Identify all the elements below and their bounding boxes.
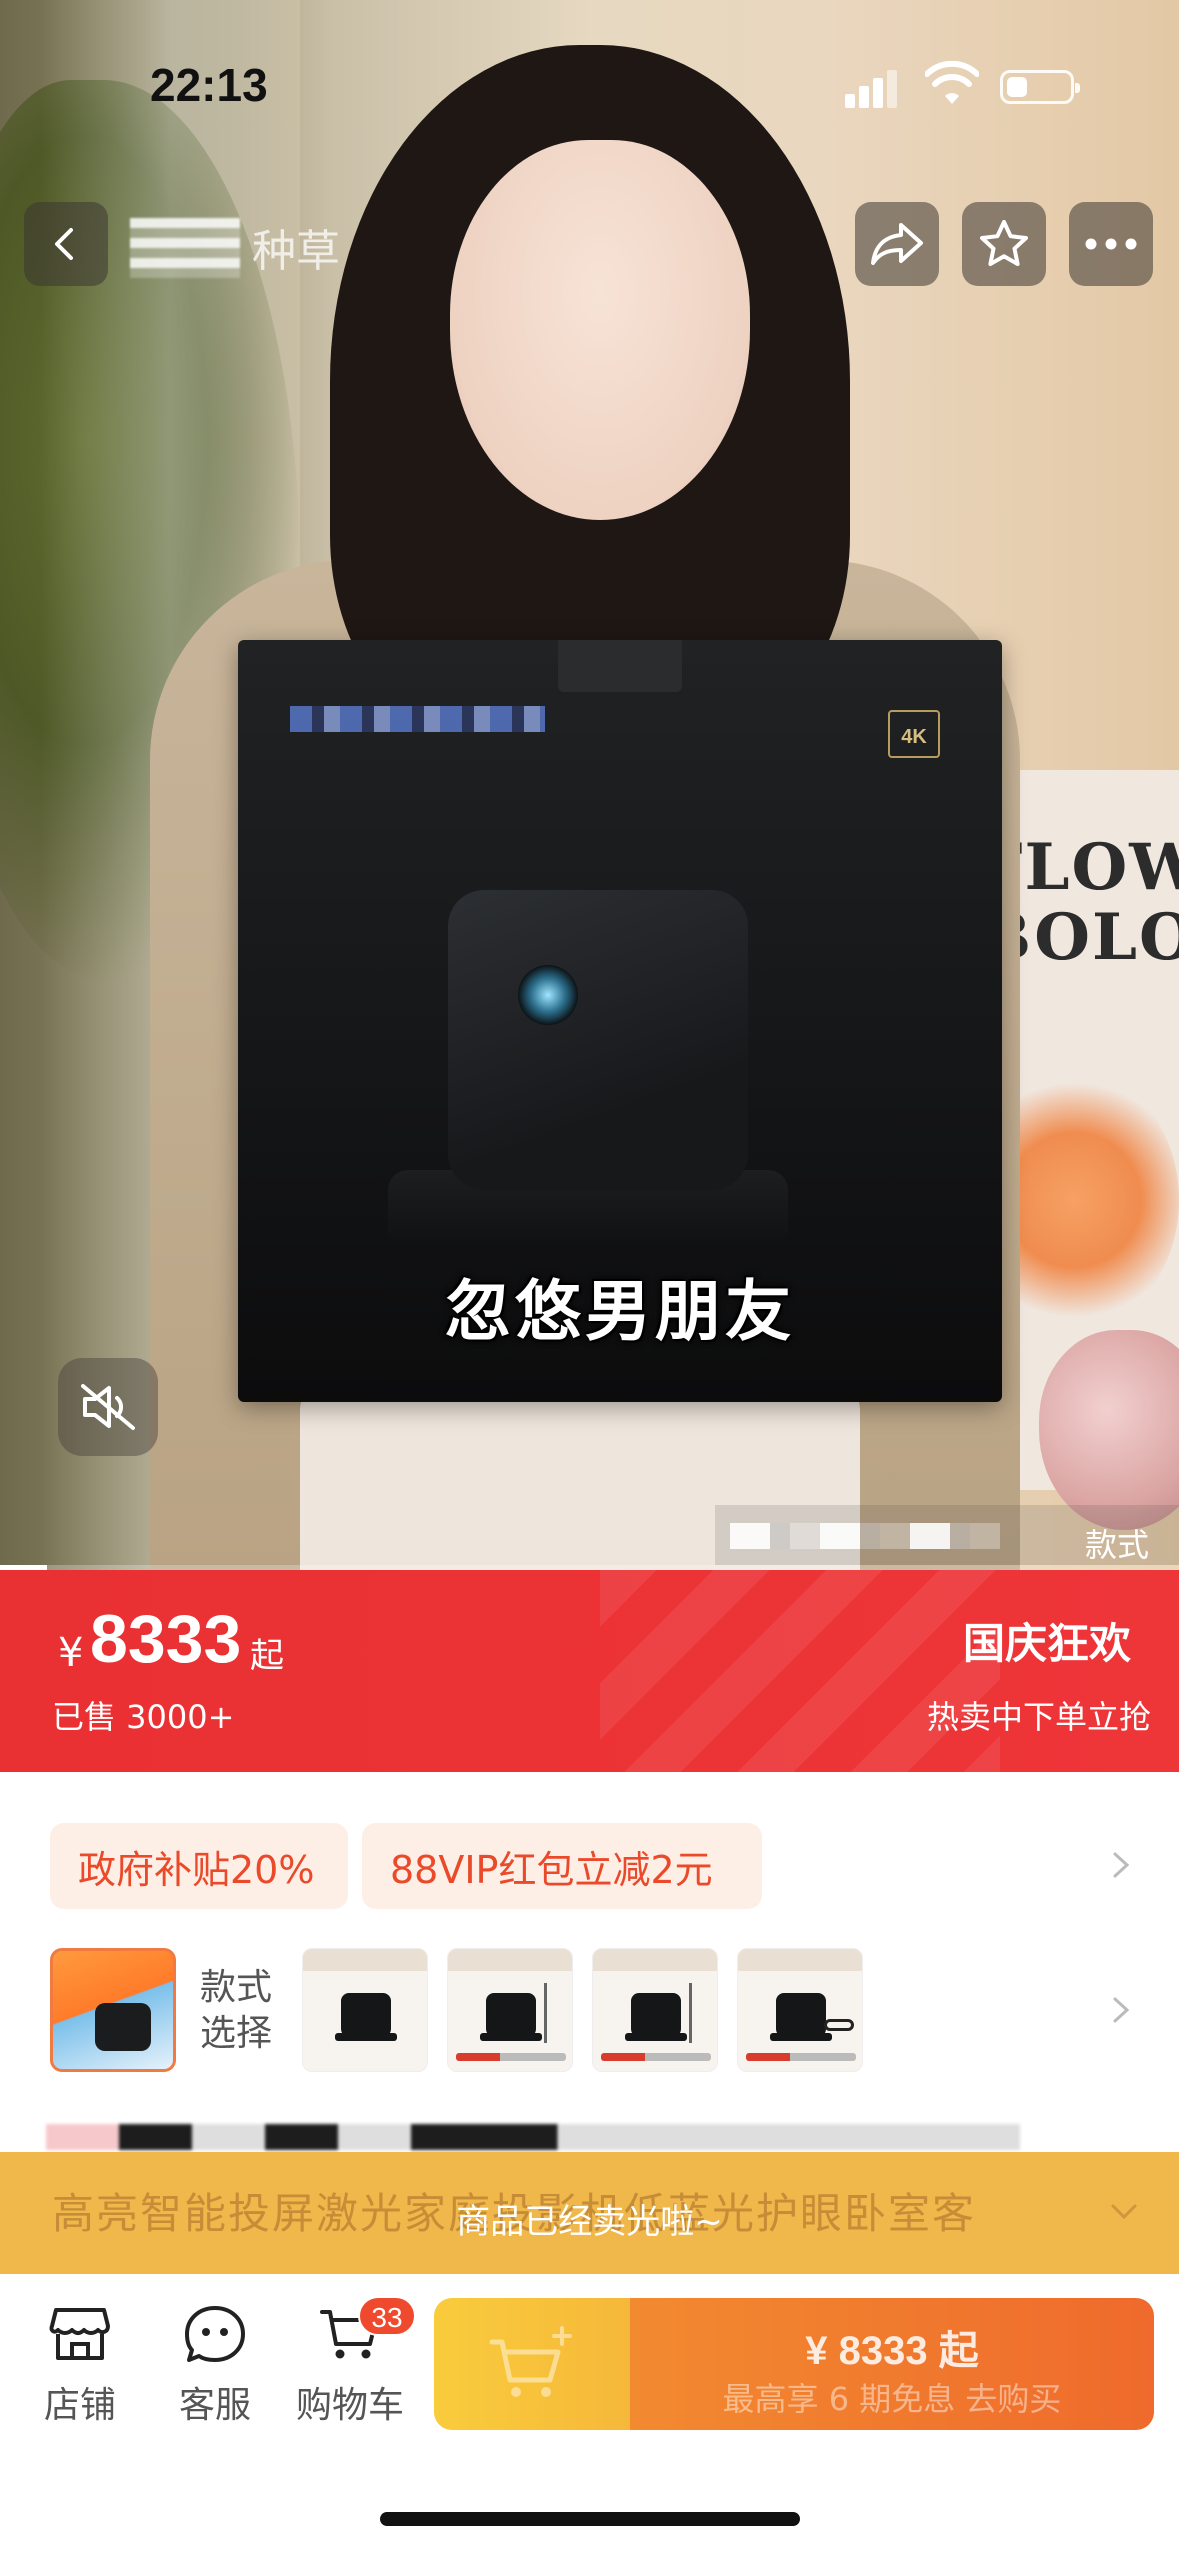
- star-icon: [980, 220, 1028, 266]
- more-button[interactable]: [1069, 202, 1153, 286]
- box-handle: [558, 640, 682, 692]
- signal-icon: [845, 68, 900, 108]
- wifi-icon: [925, 60, 979, 104]
- share-arrow-icon: [871, 223, 923, 265]
- tab-recommend[interactable]: 种草: [252, 215, 340, 279]
- variant-label-line1: 款式: [200, 1967, 273, 2008]
- banner-pattern: [600, 1570, 1000, 1772]
- blurred-logo: [290, 706, 545, 732]
- status-time: 22:13: [150, 59, 268, 111]
- store-button[interactable]: 店铺: [20, 2304, 140, 2428]
- sold-out-banner: 高亮智能投屏激光家庭投影机低蓝光护眼卧室客 商品已经卖光啦~: [0, 2152, 1179, 2274]
- variant-label-line2: 选择: [200, 2013, 273, 2054]
- cart-label: 购物车: [295, 2385, 404, 2426]
- sold-count: 已售 3000+: [52, 1698, 235, 1736]
- sold-out-notice: 商品已经卖光啦~: [456, 2202, 723, 2242]
- uhd-badge: 4K: [888, 710, 940, 758]
- buy-now-button[interactable]: ¥ 8333 起 最高享 6 期免息 去购买: [630, 2298, 1154, 2430]
- home-indicator[interactable]: [380, 2512, 800, 2526]
- buy-price: ¥ 8333 起: [805, 2329, 979, 2373]
- style-label[interactable]: 款式: [1085, 1520, 1149, 1566]
- add-to-cart-icon: [489, 2326, 572, 2397]
- variant-thumbnail-selected[interactable]: [50, 1948, 176, 2072]
- purchase-button-group[interactable]: ¥ 8333 起 最高享 6 期免息 去购买: [434, 2298, 1154, 2430]
- video-caption: 忽悠男朋友: [445, 1273, 795, 1350]
- chevron-down-icon[interactable]: [1109, 2200, 1139, 2224]
- store-label: 店铺: [43, 2385, 116, 2426]
- cart-button[interactable]: 33 购物车: [290, 2296, 416, 2428]
- back-button[interactable]: [24, 202, 108, 286]
- chevron-right-icon[interactable]: [1105, 1995, 1135, 2025]
- promo-subtitle: 热卖中下单立抢: [926, 1698, 1151, 1736]
- variant-select-label[interactable]: 款式 选择: [200, 1965, 272, 2057]
- product-box: 4K 忽悠男朋友: [238, 640, 1002, 1402]
- more-dots-icon: [1085, 238, 1137, 250]
- variant-thumbnail[interactable]: [447, 1948, 573, 2072]
- currency-symbol: ¥: [58, 1630, 84, 1676]
- buy-subtitle: 最高享 6 期免息 去购买: [722, 2380, 1062, 2418]
- promo-title: 国庆狂欢: [962, 1619, 1131, 1668]
- projector-image: [388, 870, 848, 1290]
- chat-face-icon: [185, 2306, 245, 2362]
- chevron-left-icon: [55, 228, 73, 260]
- coupon-gov-subsidy[interactable]: 政府补贴20%: [50, 1823, 348, 1909]
- service-label: 客服: [178, 2385, 251, 2426]
- add-to-cart-button[interactable]: [434, 2298, 630, 2430]
- mute-button[interactable]: [58, 1358, 158, 1456]
- variant-thumbnail[interactable]: [737, 1948, 863, 2072]
- cart-count-badge: 33: [358, 2296, 416, 2336]
- blurred-tags: [46, 2124, 1020, 2150]
- variant-thumbnail[interactable]: [302, 1948, 428, 2072]
- share-button[interactable]: [855, 202, 939, 286]
- shop-name-blurred[interactable]: [130, 218, 240, 278]
- status-bar: 22:13: [0, 0, 1179, 150]
- variant-thumbnail[interactable]: [592, 1948, 718, 2072]
- battery-icon: [1000, 70, 1080, 104]
- chevron-right-icon[interactable]: [1105, 1850, 1135, 1880]
- price-banner: ¥ 8333 起 已售 3000+ 国庆狂欢 热卖中下单立抢: [0, 1570, 1179, 1772]
- price-value: 8333: [90, 1601, 242, 1677]
- price-suffix: 起: [250, 1636, 284, 1676]
- coupon-88vip[interactable]: 88VIP红包立减2元: [362, 1823, 762, 1909]
- speaker-muted-icon: [81, 1384, 135, 1430]
- uhd-badge-text: 4K: [901, 726, 927, 748]
- store-icon: [49, 2308, 110, 2360]
- favorite-button[interactable]: [962, 202, 1046, 286]
- strawberry-decor: [1039, 1330, 1179, 1530]
- customer-service-button[interactable]: 客服: [155, 2304, 275, 2428]
- presenter-face: [450, 140, 750, 520]
